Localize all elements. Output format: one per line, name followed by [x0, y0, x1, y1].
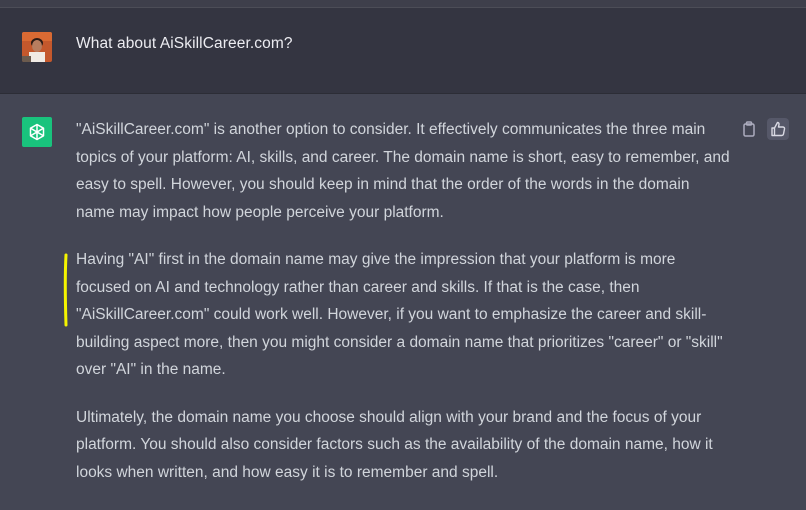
assistant-message-row: "AiSkillCareer.com" is another option to…: [0, 94, 806, 510]
user-message-row: What about AiSkillCareer.com?: [0, 8, 806, 94]
clipboard-icon: [743, 121, 755, 137]
answer-paragraph: Having "AI" first in the domain name may…: [76, 251, 723, 378]
user-avatar: [22, 32, 52, 62]
answer-paragraph: "AiSkillCareer.com" is another option to…: [76, 121, 730, 221]
yellow-highlight-mark: [63, 253, 68, 327]
assistant-message-text: "AiSkillCareer.com" is another option to…: [76, 116, 731, 506]
thumbs-up-button[interactable]: [767, 118, 789, 140]
message-actions: [738, 118, 789, 140]
thumbs-up-icon: [771, 121, 786, 137]
answer-paragraph: Ultimately, the domain name you choose s…: [76, 408, 713, 481]
top-strip: [0, 0, 806, 8]
user-message-text: What about AiSkillCareer.com?: [76, 35, 293, 52]
openai-logo-icon: [22, 117, 52, 147]
copy-button[interactable]: [738, 118, 760, 140]
